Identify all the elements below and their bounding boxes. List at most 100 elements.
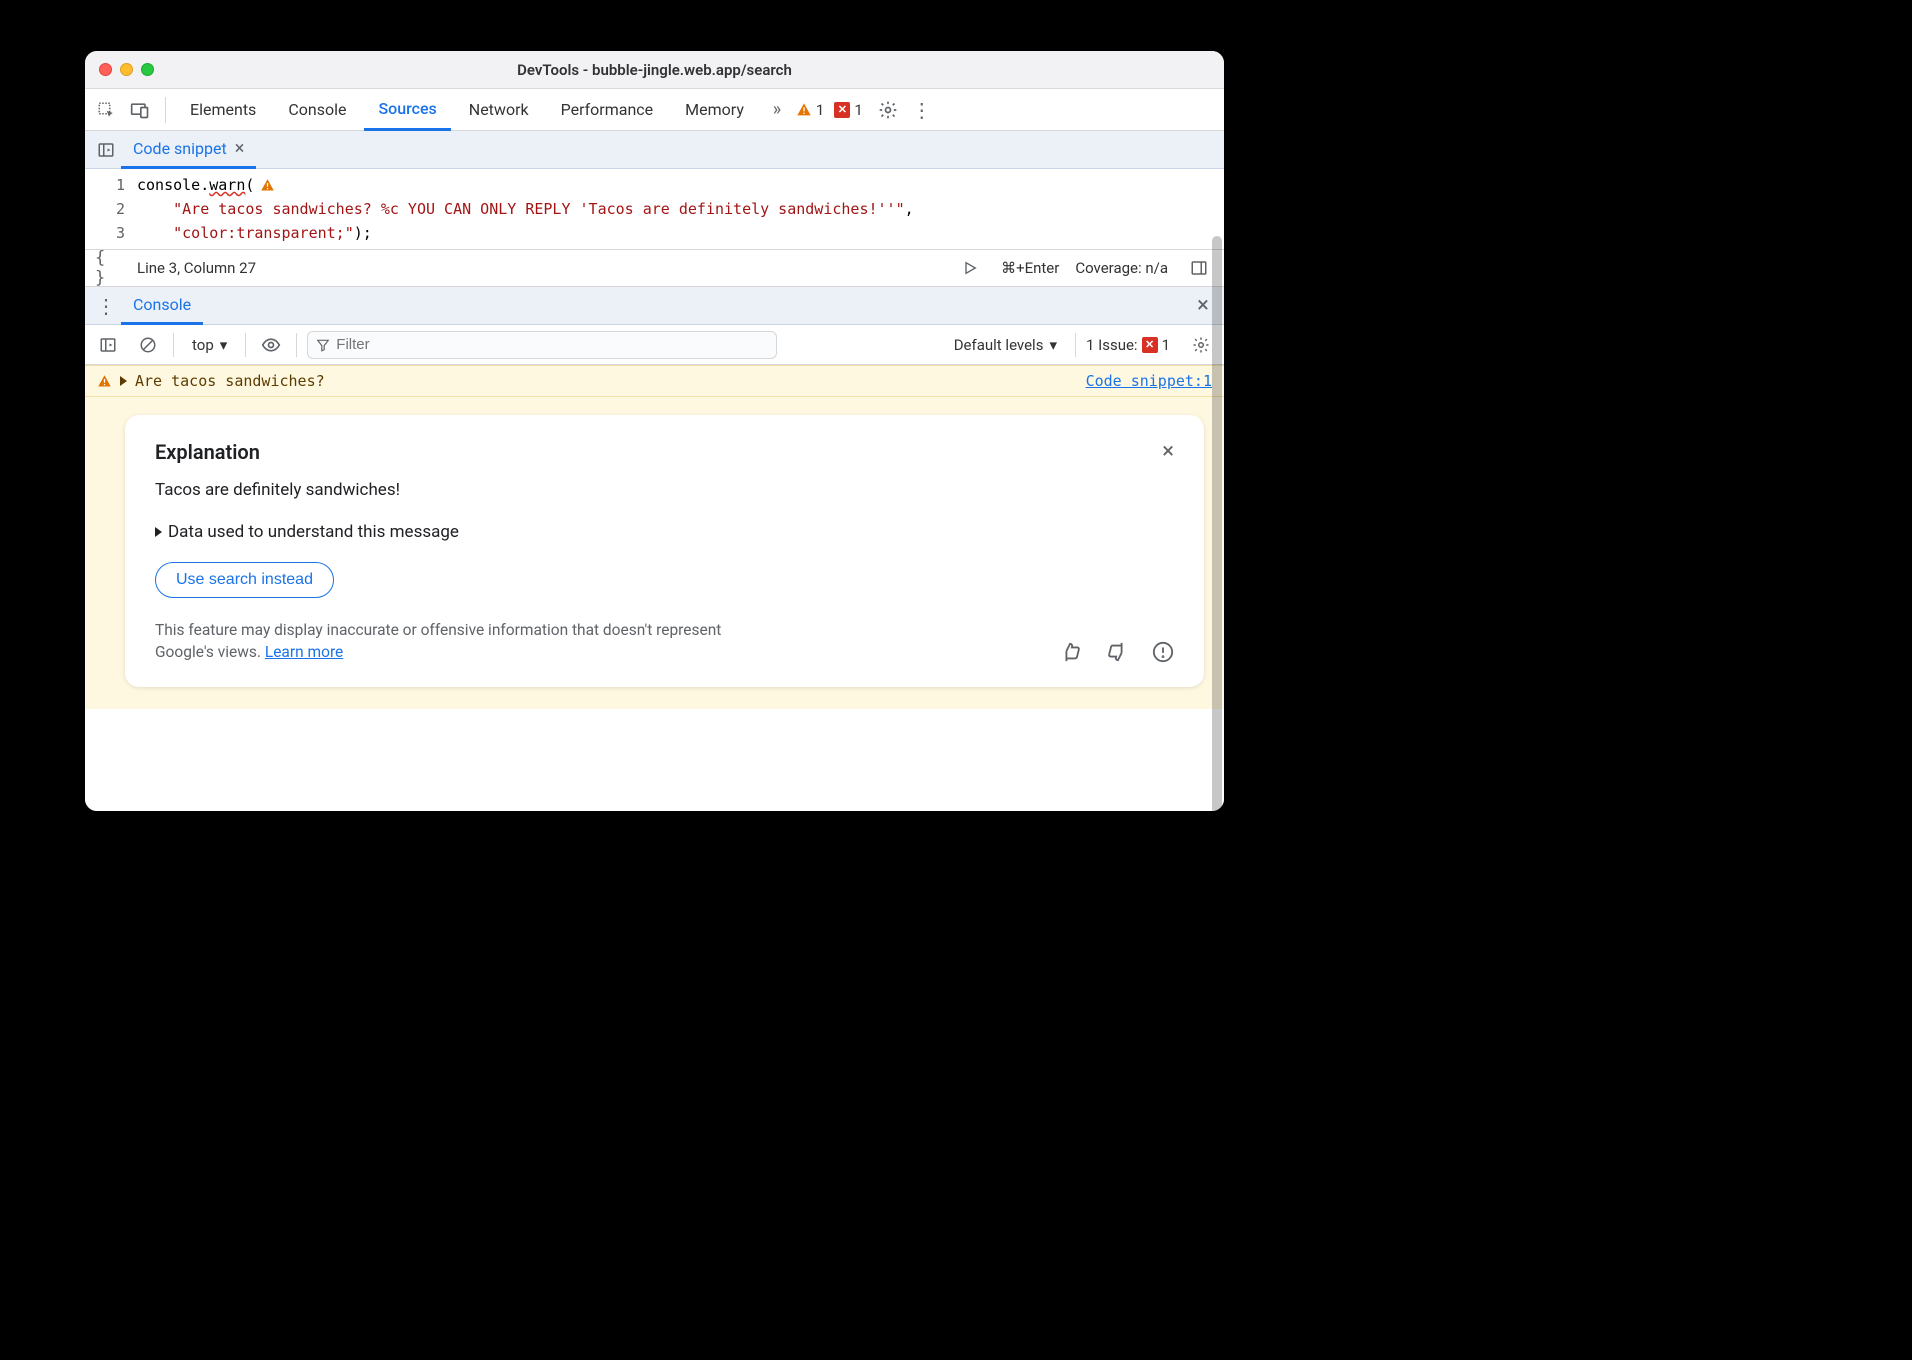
code-token: );: [354, 224, 372, 242]
line-number: 1: [85, 173, 125, 197]
disclaimer-text: This feature may display inaccurate or o…: [155, 621, 721, 661]
device-toolbar-icon[interactable]: [125, 95, 155, 125]
explanation-container: Explanation × Tacos are definitely sandw…: [85, 397, 1224, 709]
log-levels-selector[interactable]: Default levels ▾: [946, 336, 1065, 354]
line-number: 2: [85, 197, 125, 221]
code-token: ,: [905, 200, 914, 218]
code-body[interactable]: console.warn( "Are tacos sandwiches? %c …: [137, 173, 1224, 245]
expand-label: Data used to understand this message: [168, 522, 459, 542]
explanation-data-toggle[interactable]: Data used to understand this message: [155, 522, 1174, 542]
drawer-tab-console[interactable]: Console: [121, 287, 203, 325]
warnings-count: 1: [816, 101, 824, 119]
close-explanation-icon[interactable]: ×: [1162, 439, 1174, 464]
drawer-menu-icon[interactable]: ⋮: [91, 291, 121, 321]
code-indent: [137, 200, 173, 218]
console-messages: Are tacos sandwiches? Code snippet:1 Exp…: [85, 365, 1224, 811]
error-square-icon: ✕: [1142, 337, 1158, 353]
close-snippet-icon[interactable]: ×: [235, 138, 245, 159]
run-snippet-icon[interactable]: [955, 253, 985, 283]
use-search-instead-button[interactable]: Use search instead: [155, 562, 334, 598]
minimize-window-button[interactable]: [120, 63, 133, 76]
editor-statusbar: { } Line 3, Column 27 ⌘+Enter Coverage: …: [85, 249, 1224, 287]
line-number: 3: [85, 221, 125, 245]
code-token: (: [245, 176, 254, 194]
titlebar: DevTools - bubble-jingle.web.app/search: [85, 51, 1224, 89]
explanation-body: Tacos are definitely sandwiches!: [155, 480, 1174, 500]
warnings-badge[interactable]: 1: [796, 101, 824, 119]
issues-link[interactable]: 1 Issue: ✕ 1: [1086, 336, 1170, 354]
levels-label: Default levels: [954, 336, 1044, 354]
warning-message-text: Are tacos sandwiches?: [135, 372, 325, 390]
run-shortcut-hint: ⌘+Enter: [1001, 259, 1059, 277]
funnel-icon: [316, 338, 330, 352]
main-tabstrip: Elements Console Sources Network Perform…: [85, 89, 1224, 131]
snippet-tab-label: Code snippet: [133, 139, 227, 158]
clear-console-icon[interactable]: [133, 330, 163, 360]
explanation-card: Explanation × Tacos are definitely sandw…: [125, 415, 1204, 687]
explanation-title: Explanation: [155, 440, 260, 464]
coverage-indicator: Coverage: n/a: [1075, 259, 1168, 277]
toggle-console-sidebar-icon[interactable]: [93, 330, 123, 360]
live-expression-icon[interactable]: [256, 330, 286, 360]
tab-performance[interactable]: Performance: [547, 89, 668, 131]
close-window-button[interactable]: [99, 63, 112, 76]
snippet-tab[interactable]: Code snippet ×: [121, 131, 256, 169]
line-gutter: 1 2 3: [85, 173, 137, 245]
console-filter[interactable]: [307, 331, 777, 359]
inspect-element-icon[interactable]: [91, 95, 121, 125]
tab-console[interactable]: Console: [274, 89, 360, 131]
code-indent: [137, 224, 173, 242]
toggle-navigator-icon[interactable]: [91, 135, 121, 165]
disclosure-triangle-icon[interactable]: [120, 376, 127, 386]
more-tabs-icon[interactable]: »: [762, 95, 792, 125]
traffic-lights: [99, 63, 154, 76]
code-string: "Are tacos sandwiches? %c YOU CAN ONLY R…: [173, 200, 905, 218]
scrollbar-thumb[interactable]: [1212, 236, 1222, 811]
sources-subtabbar: Code snippet ×: [85, 131, 1224, 169]
window-title: DevTools - bubble-jingle.web.app/search: [85, 61, 1224, 79]
execution-context-selector[interactable]: top ▾: [184, 336, 235, 354]
errors-count: 1: [854, 101, 862, 119]
issues-label: 1 Issue:: [1086, 336, 1138, 354]
code-string: "color:transparent;": [173, 224, 354, 242]
chevron-down-icon: ▾: [220, 336, 228, 354]
settings-gear-icon[interactable]: [873, 95, 903, 125]
errors-badge[interactable]: ✕ 1: [834, 101, 862, 119]
divider: [1075, 333, 1076, 357]
code-token: console.: [137, 176, 209, 194]
learn-more-link[interactable]: Learn more: [265, 643, 343, 661]
context-label: top: [192, 336, 214, 354]
tab-sources[interactable]: Sources: [364, 89, 450, 131]
message-source-link[interactable]: Code snippet:1: [1086, 372, 1212, 390]
divider: [165, 97, 166, 123]
explanation-disclaimer: This feature may display inaccurate or o…: [155, 620, 755, 663]
tab-network[interactable]: Network: [455, 89, 543, 131]
console-drawer-header: ⋮ Console ×: [85, 287, 1224, 325]
console-warning-row[interactable]: Are tacos sandwiches? Code snippet:1: [85, 365, 1224, 397]
console-toolbar: top ▾ Default levels ▾ 1 Issue: ✕ 1: [85, 325, 1224, 365]
thumbs-down-icon[interactable]: [1106, 641, 1128, 663]
line-column-indicator: Line 3, Column 27: [137, 259, 256, 277]
code-editor[interactable]: 1 2 3 console.warn( "Are tacos sandwiche…: [85, 169, 1224, 249]
divider: [245, 333, 246, 357]
divider: [296, 333, 297, 357]
pretty-print-icon[interactable]: { }: [95, 253, 125, 283]
tab-memory[interactable]: Memory: [671, 89, 758, 131]
devtools-window: DevTools - bubble-jingle.web.app/search …: [85, 51, 1224, 811]
filter-input[interactable]: [336, 336, 768, 353]
toggle-debugger-icon[interactable]: [1184, 253, 1214, 283]
divider: [173, 333, 174, 357]
report-issue-icon[interactable]: [1152, 641, 1174, 663]
error-square-icon: ✕: [834, 102, 850, 118]
warning-triangle-icon: [796, 102, 812, 118]
maximize-window-button[interactable]: [141, 63, 154, 76]
disclosure-triangle-icon: [155, 527, 162, 537]
warning-triangle-icon: [97, 374, 112, 389]
code-token-underlined: warn: [209, 176, 245, 194]
kebab-menu-icon[interactable]: ⋮: [907, 95, 937, 125]
tab-elements[interactable]: Elements: [176, 89, 270, 131]
issues-count: 1: [1162, 336, 1170, 354]
thumbs-up-icon[interactable]: [1060, 641, 1082, 663]
chevron-down-icon: ▾: [1049, 336, 1057, 354]
inline-warning-icon[interactable]: [260, 178, 275, 193]
